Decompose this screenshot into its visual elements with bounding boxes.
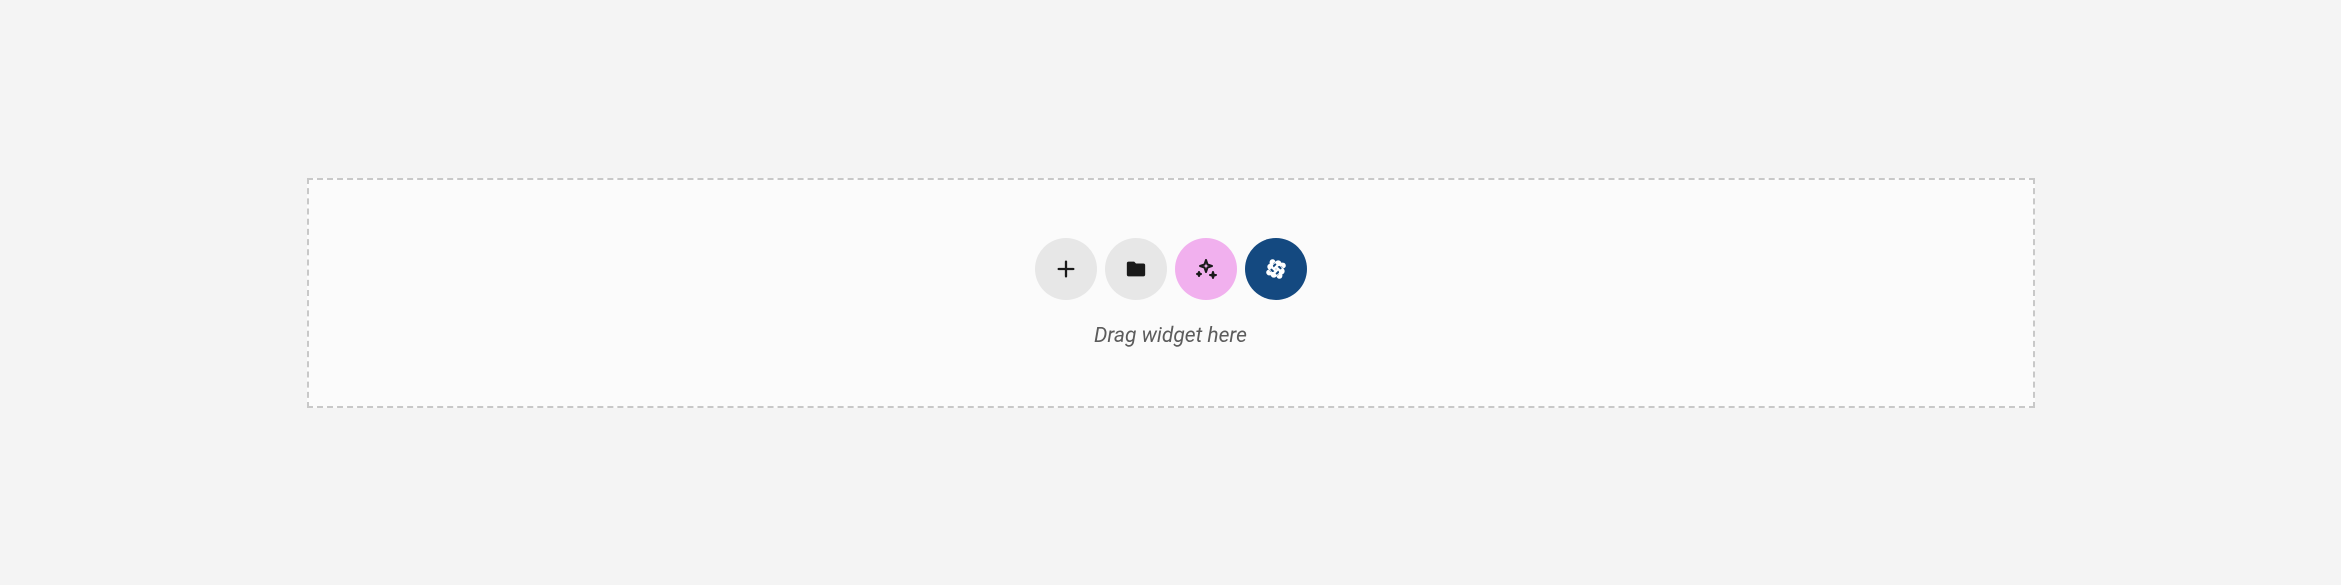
action-button-row xyxy=(1035,238,1307,300)
joomla-button[interactable] xyxy=(1245,238,1307,300)
folder-button[interactable] xyxy=(1105,238,1167,300)
add-widget-button[interactable] xyxy=(1035,238,1097,300)
plus-icon xyxy=(1055,258,1077,280)
sparkle-icon xyxy=(1194,257,1218,281)
sparkle-button[interactable] xyxy=(1175,238,1237,300)
folder-icon xyxy=(1125,258,1147,280)
dropzone-hint: Drag widget here xyxy=(1094,324,1247,348)
joomla-icon xyxy=(1263,256,1289,282)
widget-dropzone[interactable]: Drag widget here xyxy=(307,178,2035,408)
